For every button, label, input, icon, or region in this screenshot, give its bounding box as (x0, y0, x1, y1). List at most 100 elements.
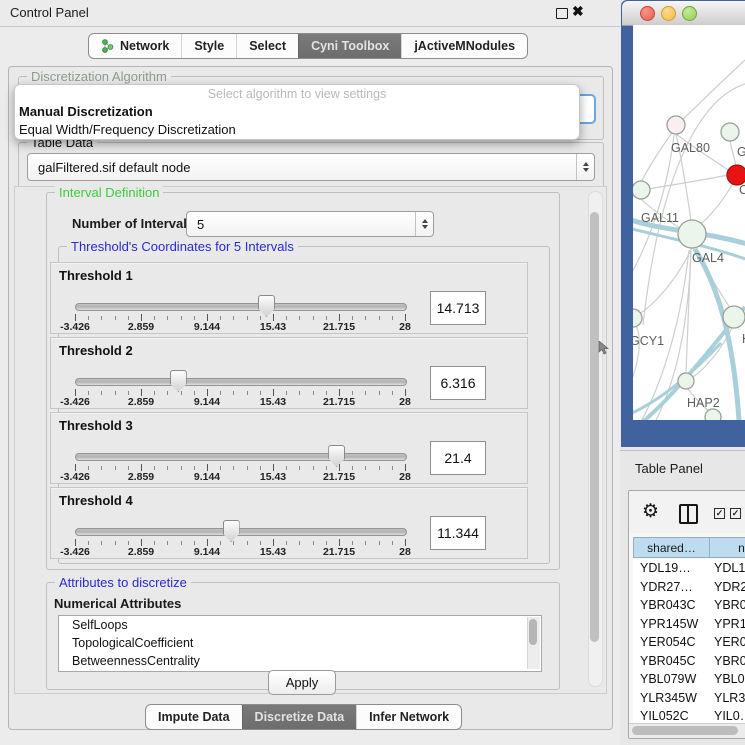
table-cell: YLR345W (633, 691, 709, 705)
tab-select[interactable]: Select (236, 34, 298, 58)
tick-mark (101, 466, 102, 470)
attribute-item[interactable]: BetweennessCentrality (59, 652, 541, 670)
vertical-scrollbar-thumb[interactable] (590, 212, 599, 642)
tick-mark (88, 316, 89, 320)
bottom-tabbar: Impute Data Discretize Data Infer Networ… (145, 704, 462, 730)
table-row[interactable]: YER054CYER0… (633, 633, 745, 652)
close-icon[interactable]: ✖ (572, 3, 584, 20)
column-layout-icon[interactable] (679, 504, 698, 524)
network-canvas[interactable]: GAL80 GAL11 GAL4 GCY1 HAP2 G C H (633, 25, 745, 420)
table-row[interactable]: YDR27…YDR2… (633, 578, 745, 597)
network-view-window: GAL80 GAL11 GAL4 GCY1 HAP2 G C H (621, 0, 745, 447)
tick-mark (273, 389, 274, 396)
node-right (723, 306, 745, 328)
threshold-3-value-field[interactable]: 21.4 (430, 441, 486, 475)
vertical-scrollbar[interactable] (588, 191, 603, 687)
tab-impute-data[interactable]: Impute Data (146, 705, 242, 729)
node-hap2 (678, 373, 694, 389)
attribute-item[interactable]: TopologicalCoefficient (59, 634, 541, 652)
threshold-4-slider-track[interactable] (75, 528, 407, 536)
dropdown-option-equal-width[interactable]: Equal Width/Frequency Discretization (15, 121, 579, 139)
tick-mark (194, 466, 195, 470)
mac-zoom-icon[interactable] (682, 6, 697, 21)
node-gal4 (678, 220, 706, 248)
tick-mark (405, 539, 406, 546)
tab-infer-network[interactable]: Infer Network (356, 705, 461, 729)
node-bottom (705, 409, 721, 420)
list-items: SelfLoopsTopologicalCoefficientBetweenne… (59, 616, 541, 670)
number-of-intervals-value: 5 (187, 217, 415, 232)
attribute-item[interactable]: SelfLoops (59, 616, 541, 634)
tab-discretize-data[interactable]: Discretize Data (242, 705, 357, 729)
tick-mark (141, 464, 142, 471)
list-scrollbar[interactable] (527, 617, 540, 669)
gear-icon[interactable]: ⚙ (642, 500, 659, 523)
mac-minimize-icon[interactable] (661, 6, 676, 21)
checkbox-icon[interactable]: ✓ (714, 508, 725, 519)
threshold-4-value-field[interactable]: 11.344 (430, 516, 486, 550)
tick-mark (128, 316, 129, 320)
numerical-attributes-list[interactable]: SelfLoopsTopologicalCoefficientBetweenne… (58, 615, 542, 672)
list-scrollbar-thumb[interactable] (529, 619, 537, 645)
dropdown-placeholder: Select algorithm to view settings (15, 85, 579, 103)
threshold-1-value-field[interactable]: 14.713 (430, 291, 486, 325)
apply-button[interactable]: Apply (268, 670, 336, 695)
tab-style[interactable]: Style (181, 34, 236, 58)
label-gal80: GAL80 (671, 141, 710, 155)
table-data-combobox[interactable]: galFiltered.sif default node (27, 153, 595, 181)
tick-label: -3.426 (60, 321, 90, 333)
tick-mark (194, 391, 195, 395)
column-header-shared-name[interactable]: shared… (633, 537, 710, 558)
table-row[interactable]: YDL19…YDL1… (633, 559, 745, 578)
mouse-cursor (598, 341, 610, 355)
label-gcy1: GCY1 (633, 334, 664, 348)
mac-close-icon[interactable] (640, 6, 655, 21)
tab-network[interactable]: Network (89, 34, 181, 58)
tick-mark (339, 464, 340, 471)
number-of-intervals-combobox[interactable]: 5 (186, 211, 434, 237)
table-row[interactable]: YIL052CYIL0… (633, 707, 745, 724)
tab-infer-network-label: Infer Network (369, 710, 449, 724)
float-window-icon[interactable] (556, 8, 568, 19)
stepper-icon (576, 154, 594, 180)
checkbox-icon[interactable]: ✓ (730, 508, 741, 519)
column-header-name[interactable]: n… (710, 537, 745, 558)
tick-mark (75, 389, 76, 396)
tick-mark (247, 466, 248, 470)
tab-cyni-toolbox-label: Cyni Toolbox (311, 39, 389, 53)
tick-mark (207, 464, 208, 471)
dropdown-option-manual[interactable]: Manual Discretization (15, 103, 579, 121)
tick-mark (88, 466, 89, 470)
tick-label: 28 (399, 396, 411, 408)
tick-mark (141, 314, 142, 321)
horizontal-scrollbar-thumb[interactable] (632, 726, 738, 735)
tick-mark (260, 466, 261, 470)
tick-mark (75, 539, 76, 546)
threshold-3-slider-track[interactable] (75, 453, 407, 461)
tick-mark (260, 391, 261, 395)
tick-mark (352, 466, 353, 470)
table-row[interactable]: YBR043CYBR0… (633, 596, 745, 615)
network-icon (101, 39, 114, 53)
tick-mark (299, 541, 300, 545)
table-row[interactable]: YPR145WYPR1… (633, 615, 745, 634)
tick-mark (194, 541, 195, 545)
threshold-2-value-field[interactable]: 6.316 (430, 366, 486, 400)
table-row[interactable]: YLR345WYLR3… (633, 689, 745, 708)
tick-mark (115, 391, 116, 395)
threshold-2-slider-track[interactable] (75, 378, 407, 386)
table-cell: YPR1… (709, 617, 745, 631)
threshold-1-slider-track[interactable] (75, 303, 407, 311)
table-row[interactable]: YBL079WYBL0… (633, 670, 745, 689)
tick-mark (286, 391, 287, 395)
node-gal11 (633, 181, 650, 199)
tick-mark (220, 391, 221, 395)
tick-mark (299, 316, 300, 320)
tick-mark (326, 316, 327, 320)
table-row[interactable]: YBR045CYBR0… (633, 652, 745, 671)
horizontal-scrollbar[interactable] (629, 723, 745, 738)
tab-cyni-toolbox[interactable]: Cyni Toolbox (298, 34, 401, 58)
tick-mark (273, 464, 274, 471)
tab-jactivemnodules[interactable]: jActiveMNodules (401, 34, 527, 58)
tick-mark (313, 466, 314, 470)
